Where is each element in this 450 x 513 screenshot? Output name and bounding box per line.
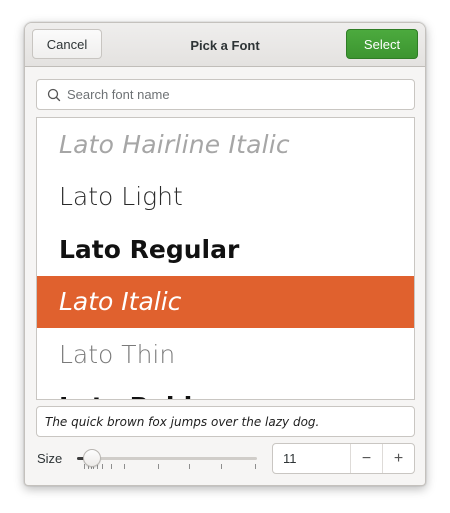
slider-knob[interactable] xyxy=(83,449,101,467)
font-item-lato-thin[interactable]: Lato Thin xyxy=(37,328,414,381)
dialog-header: Cancel Pick a Font Select xyxy=(25,23,425,67)
search-field[interactable] xyxy=(36,79,415,110)
select-button[interactable]: Select xyxy=(346,29,418,59)
slider-tick xyxy=(221,464,222,469)
size-spinbutton[interactable]: 11 − + xyxy=(272,443,415,474)
font-item-lato-bold[interactable]: Lato Bold xyxy=(37,381,414,399)
font-list[interactable]: Lato Hairline Italic Lato Light Lato Reg… xyxy=(36,117,415,400)
font-item-lato-regular[interactable]: Lato Regular xyxy=(37,223,414,276)
font-chooser-dialog: Cancel Pick a Font Select Lato Hairline … xyxy=(24,22,426,486)
slider-tick xyxy=(123,464,125,469)
decrease-size-button[interactable]: − xyxy=(350,444,382,473)
slider-tick xyxy=(255,464,257,469)
size-slider[interactable] xyxy=(77,443,257,473)
search-icon xyxy=(47,88,61,101)
slider-tick xyxy=(84,464,86,469)
font-item-lato-italic[interactable]: Lato Italic xyxy=(37,275,414,328)
increase-size-button[interactable]: + xyxy=(382,444,414,473)
slider-tick xyxy=(188,464,190,469)
cancel-button[interactable]: Cancel xyxy=(32,29,102,59)
font-item-lato-hairline-italic[interactable]: Lato Hairline Italic xyxy=(37,118,414,171)
font-item-lato-light[interactable]: Lato Light xyxy=(37,171,414,224)
slider-tick xyxy=(102,464,104,469)
size-label: Size xyxy=(37,451,63,466)
search-input[interactable] xyxy=(67,87,397,102)
preview-text-field[interactable]: The quick brown fox jumps over the lazy … xyxy=(36,406,415,437)
slider-trough xyxy=(77,457,257,460)
slider-tick xyxy=(111,464,113,469)
slider-tick xyxy=(158,464,159,469)
size-value[interactable]: 11 xyxy=(273,451,350,466)
